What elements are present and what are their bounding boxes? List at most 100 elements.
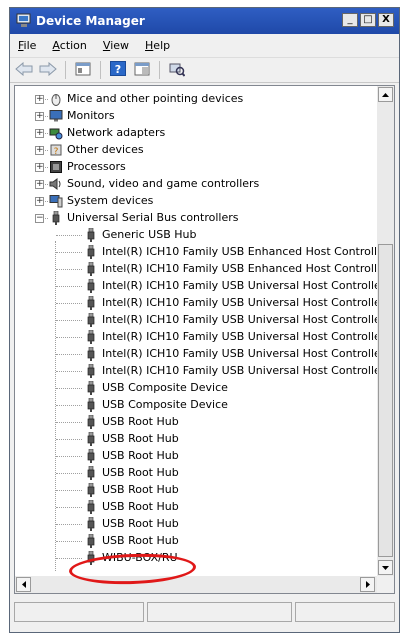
menu-file[interactable]: File bbox=[10, 39, 44, 52]
tree-connector bbox=[56, 541, 82, 542]
usb-plug-icon bbox=[84, 516, 98, 531]
tree-device-item[interactable]: USB Root Hub bbox=[15, 448, 377, 465]
tree-category-label: Other devices bbox=[67, 143, 144, 156]
tree-device-label: Intel(R) ICH10 Family USB Universal Host… bbox=[102, 296, 386, 309]
title-bar[interactable]: Device Manager _ □ X bbox=[10, 8, 399, 34]
expand-icon[interactable]: + bbox=[35, 146, 44, 155]
tree-connector bbox=[56, 320, 82, 321]
collapse-icon[interactable]: − bbox=[35, 214, 44, 223]
menu-help[interactable]: Help bbox=[137, 39, 178, 52]
scan-hardware-button[interactable] bbox=[167, 61, 187, 79]
vertical-scrollbar[interactable] bbox=[377, 86, 394, 576]
status-pane-3 bbox=[295, 602, 395, 622]
scroll-right-arrow-icon bbox=[365, 581, 370, 588]
tree-device-item[interactable]: USB Composite Device bbox=[15, 397, 377, 414]
scroll-up-button[interactable] bbox=[378, 87, 393, 102]
tree-device-item[interactable]: Generic USB Hub bbox=[15, 227, 377, 244]
tree-device-item[interactable]: Intel(R) ICH10 Family USB Universal Host… bbox=[15, 363, 385, 380]
tree-device-item[interactable]: USB Root Hub bbox=[15, 516, 377, 533]
tree-connector bbox=[56, 235, 82, 236]
tree-device-item[interactable]: USB Root Hub bbox=[15, 465, 377, 482]
scroll-left-button[interactable] bbox=[16, 577, 31, 592]
window-controls: _ □ X bbox=[342, 13, 394, 27]
tree-device-item[interactable]: Intel(R) ICH10 Family USB Universal Host… bbox=[15, 329, 385, 346]
minimize-button[interactable]: _ bbox=[342, 13, 358, 27]
usb-plug-icon bbox=[84, 312, 98, 327]
device-tree-list: + Mice and other pointing devices + Monitor… bbox=[15, 91, 388, 571]
window-title: Device Manager bbox=[36, 14, 145, 28]
tree-category[interactable]: − Universal Serial Bus controllers bbox=[15, 210, 377, 227]
tree-device-item[interactable]: USB Root Hub bbox=[15, 482, 377, 499]
usb-plug-icon bbox=[84, 550, 98, 565]
tree-category[interactable]: +? Other devices bbox=[15, 142, 377, 159]
tree-device-label: USB Root Hub bbox=[102, 415, 179, 428]
help-button[interactable]: ? bbox=[108, 61, 128, 79]
tree-connector bbox=[56, 422, 82, 423]
horizontal-scrollbar[interactable] bbox=[15, 576, 377, 593]
maximize-button[interactable]: □ bbox=[360, 13, 376, 27]
expand-icon[interactable]: + bbox=[35, 180, 44, 189]
network-adapter-icon bbox=[49, 126, 63, 140]
tree-device-label: Intel(R) ICH10 Family USB Enhanced Host … bbox=[102, 245, 389, 258]
toolbar-separator bbox=[159, 61, 160, 79]
tree-category[interactable]: + Processors bbox=[15, 159, 377, 176]
tree-category[interactable]: + Monitors bbox=[15, 108, 377, 125]
tree-connector bbox=[56, 388, 82, 389]
tree-device-item[interactable]: Intel(R) ICH10 Family USB Enhanced Host … bbox=[15, 244, 388, 261]
svg-text:?: ? bbox=[115, 63, 121, 76]
tree-category-label: Mice and other pointing devices bbox=[67, 92, 244, 105]
expand-icon[interactable]: + bbox=[35, 197, 44, 206]
properties-button[interactable] bbox=[73, 61, 93, 79]
toolbar: ? bbox=[10, 57, 399, 83]
tree-category[interactable]: + Sound, video and game controllers bbox=[15, 176, 377, 193]
tree-category[interactable]: + Network adapters bbox=[15, 125, 377, 142]
console-button[interactable] bbox=[132, 61, 152, 79]
menu-view[interactable]: View bbox=[95, 39, 137, 52]
tree-connector bbox=[56, 337, 82, 338]
tree-connector bbox=[56, 354, 82, 355]
tree-connector bbox=[56, 558, 82, 559]
tree-category[interactable]: + Mice and other pointing devices bbox=[15, 91, 377, 108]
tree-device-item[interactable]: Intel(R) ICH10 Family USB Universal Host… bbox=[15, 346, 385, 363]
monitor-icon bbox=[49, 109, 63, 123]
scroll-down-arrow-icon bbox=[382, 565, 389, 570]
scroll-down-button[interactable] bbox=[378, 560, 393, 575]
tree-device-item[interactable]: USB Root Hub bbox=[15, 499, 377, 516]
usb-plug-icon bbox=[84, 499, 98, 514]
tree-connector bbox=[56, 473, 82, 474]
tree-device-label: USB Composite Device bbox=[102, 381, 228, 394]
tree-device-item[interactable]: USB Root Hub bbox=[15, 431, 377, 448]
usb-plug-icon bbox=[84, 329, 98, 344]
scroll-right-button[interactable] bbox=[360, 577, 375, 592]
usb-plug-icon bbox=[84, 431, 98, 446]
tree-device-item[interactable]: Intel(R) ICH10 Family USB Enhanced Host … bbox=[15, 261, 388, 278]
device-tree[interactable]: + Mice and other pointing devices + Monitor… bbox=[14, 85, 395, 594]
expand-icon[interactable]: + bbox=[35, 112, 44, 121]
forward-arrow-button[interactable] bbox=[38, 61, 58, 79]
tree-category-label: Monitors bbox=[67, 109, 115, 122]
back-arrow-icon bbox=[15, 61, 33, 79]
tree-device-item[interactable]: USB Root Hub bbox=[15, 533, 377, 550]
tree-device-item[interactable]: USB Composite Device bbox=[15, 380, 377, 397]
usb-plug-icon bbox=[84, 278, 98, 293]
tree-device-item[interactable]: Intel(R) ICH10 Family USB Universal Host… bbox=[15, 312, 385, 329]
usb-plug-icon bbox=[84, 244, 98, 259]
expand-icon[interactable]: + bbox=[35, 163, 44, 172]
tree-category[interactable]: + System devices bbox=[15, 193, 377, 210]
menu-accelerator: A bbox=[52, 38, 60, 52]
tree-device-label: USB Root Hub bbox=[102, 534, 179, 547]
expand-icon[interactable]: + bbox=[35, 95, 44, 104]
tree-item-wibu-box[interactable]: WIBU-BOX/RU bbox=[15, 550, 377, 567]
tree-device-label: USB Root Hub bbox=[102, 500, 179, 513]
back-arrow-button[interactable] bbox=[14, 61, 34, 79]
scrollbar-corner bbox=[377, 576, 394, 593]
expand-icon[interactable]: + bbox=[35, 129, 44, 138]
tree-device-item[interactable]: USB Root Hub bbox=[15, 414, 377, 431]
console-icon bbox=[134, 62, 150, 79]
menu-action[interactable]: Action bbox=[44, 39, 94, 52]
close-button[interactable]: X bbox=[378, 13, 394, 27]
tree-device-item[interactable]: Intel(R) ICH10 Family USB Universal Host… bbox=[15, 278, 385, 295]
scrollbar-thumb[interactable] bbox=[378, 244, 393, 557]
usb-plug-icon bbox=[84, 448, 98, 463]
tree-device-item[interactable]: Intel(R) ICH10 Family USB Universal Host… bbox=[15, 295, 385, 312]
